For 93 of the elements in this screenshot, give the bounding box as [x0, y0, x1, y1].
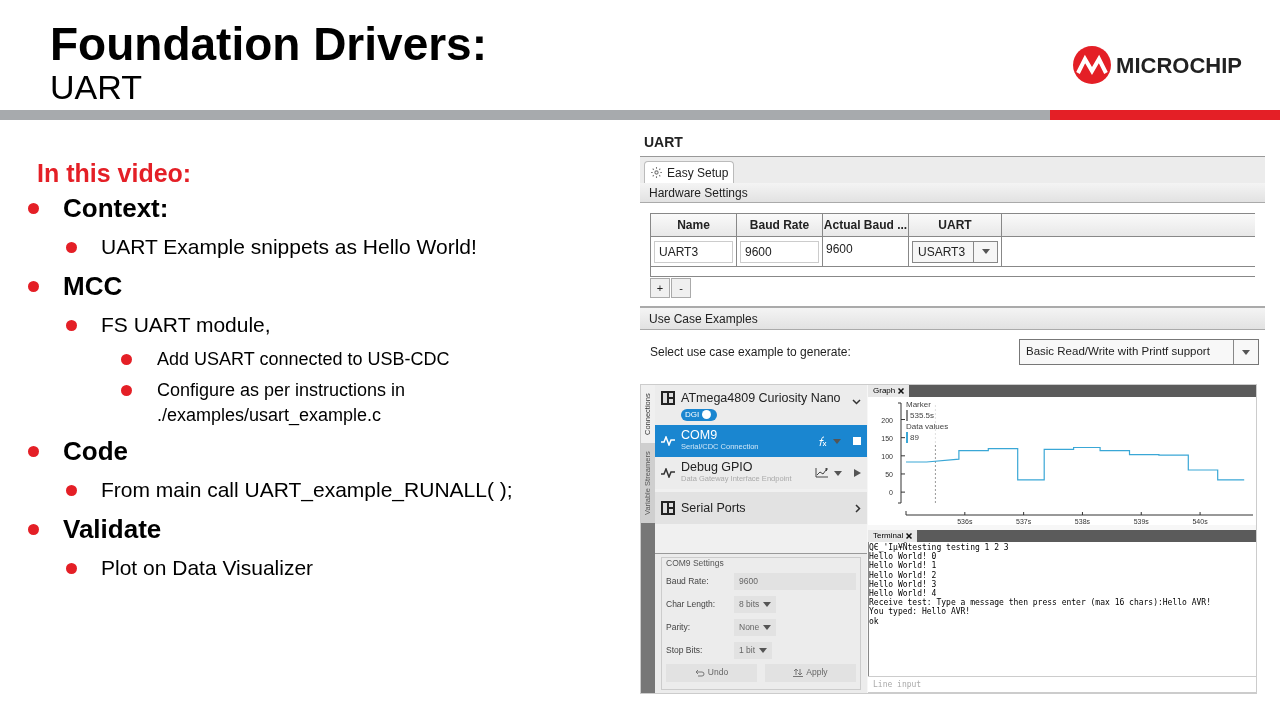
caret-icon: [981, 249, 990, 254]
bullet-icon: [28, 280, 39, 292]
panel-title: UART: [643, 133, 684, 152]
close-icon[interactable]: [906, 533, 913, 539]
caret-icon: [763, 601, 772, 607]
pulse-icon: [661, 436, 675, 446]
chart-plus-icon[interactable]: [815, 468, 828, 478]
caret-icon: [834, 470, 842, 476]
bullet-icon: [28, 523, 39, 535]
column-header: Name: [651, 214, 737, 236]
bullet-text: Plot on Data Visualizer: [101, 555, 314, 582]
pulse-icon: [661, 468, 675, 478]
terminal-line: Hello World! 0: [869, 552, 937, 562]
tab[interactable]: Easy Setup: [644, 161, 735, 183]
bullet-text: Configure as per instructions in ./examples/usart_example.c: [157, 379, 407, 428]
dgi-toggle[interactable]: DGI: [681, 408, 717, 421]
add-button[interactable]: +: [650, 278, 670, 298]
terminal-line: You typed: Hello AVR!: [869, 607, 972, 617]
text-field[interactable]: 9600: [734, 572, 856, 590]
chevron-down-icon[interactable]: [852, 399, 861, 405]
bullet-text: Code: [63, 434, 128, 468]
board-icon: [661, 391, 675, 405]
legend-label: Marker: [906, 399, 932, 410]
field-label: Char Length:: [666, 597, 717, 611]
bullet-icon: [121, 354, 132, 365]
legend-value: 535.5s: [906, 410, 949, 421]
dropdown[interactable]: Basic Read/Write with Printf support: [1019, 339, 1259, 365]
column-header: Actual Baud ...: [823, 214, 909, 236]
connection-name: Debug GPIO: [681, 461, 754, 473]
bullet-text: From main call UART_example_RUNALL( );: [101, 477, 513, 504]
connection-name: COM9: [681, 429, 719, 441]
terminal-line: Hello World! 4: [869, 589, 938, 598]
field-label: Parity:: [666, 620, 692, 634]
tab[interactable]: Terminal: [868, 530, 918, 542]
bullet-icon: [66, 562, 77, 574]
settings-title: COM9 Settings: [666, 557, 725, 570]
undo-icon: [694, 668, 705, 677]
bullet-icon: [66, 484, 77, 496]
field-label: Select use case example to generate:: [650, 344, 851, 361]
close-icon[interactable]: [898, 388, 905, 394]
logo-text: MICROCHIP: [1116, 51, 1242, 80]
connection-item[interactable]: ATmega4809 Curiosity Nano DGI: [655, 385, 867, 425]
bullet-icon: [121, 385, 132, 396]
bullet-text: UART Example snippets as Hello World!: [101, 234, 477, 261]
dropdown[interactable]: USART3: [912, 240, 998, 263]
section-header: Use Case Examples: [640, 306, 1265, 330]
bullet-text: MCC: [63, 269, 123, 303]
legend-value: 89: [906, 432, 949, 443]
caret-icon: [1242, 349, 1250, 355]
bullet-text: Add USART connected to USB-CDC: [157, 348, 451, 371]
dropdown[interactable]: 1 bit: [734, 641, 773, 659]
gear-icon: [650, 166, 663, 179]
play-icon[interactable]: [854, 469, 861, 477]
text-field[interactable]: 9600: [740, 240, 819, 263]
terminal-line: Receive test: Type a message then press enter (max 16 chars):Hello AVR!: [869, 598, 1212, 608]
column-header: UART: [909, 214, 1002, 236]
tab[interactable]: Graph: [868, 385, 910, 397]
bullet-icon: [66, 241, 77, 253]
terminal-line: Hello World! 1: [869, 561, 938, 571]
column-header: Baud Rate: [737, 214, 823, 236]
swap-arrows-icon: [793, 668, 804, 678]
field-label: Baud Rate:: [666, 574, 710, 588]
bullet-icon: [28, 202, 39, 214]
board-icon: [661, 501, 675, 515]
terminal-line: QЄ_'Iµ¥Ñtesting testing 1 2 3: [869, 543, 1010, 553]
dropdown[interactable]: None: [734, 618, 777, 636]
caret-icon: [759, 647, 768, 653]
dropdown[interactable]: 8 bits: [734, 595, 777, 613]
group-name: Serial Ports: [681, 499, 747, 517]
remove-button[interactable]: -: [671, 278, 691, 298]
device-name: ATmega4809 Curiosity Nano: [681, 390, 842, 407]
function-icon[interactable]: [818, 435, 827, 447]
slide-title: Foundation Drivers:: [50, 18, 488, 70]
bullet-icon: [28, 445, 39, 457]
section-header: Hardware Settings: [640, 183, 1265, 203]
logo-icon: [1072, 45, 1113, 85]
caret-icon: [763, 624, 772, 630]
bullet-icon: [66, 319, 77, 331]
field-label: Stop Bits:: [666, 643, 704, 657]
table-cell-text: 9600: [826, 241, 853, 258]
terminal-line: Hello World! 2: [869, 570, 938, 580]
slide-subtitle: UART: [50, 70, 143, 104]
terminal-line: Hello World! 3: [869, 579, 938, 589]
bullet-text: Validate: [63, 512, 162, 546]
caret-icon: [833, 438, 841, 444]
section-heading: In this video:: [36, 158, 193, 188]
bullet-text: Context:: [63, 191, 169, 225]
connection-item[interactable]: Serial Ports: [655, 492, 867, 524]
chevron-right-icon[interactable]: [855, 503, 861, 513]
text-field[interactable]: UART3: [654, 240, 733, 263]
bullet-text: FS UART module,: [101, 312, 271, 339]
legend-label: Data values: [906, 421, 949, 432]
terminal-line: ok: [869, 616, 880, 626]
